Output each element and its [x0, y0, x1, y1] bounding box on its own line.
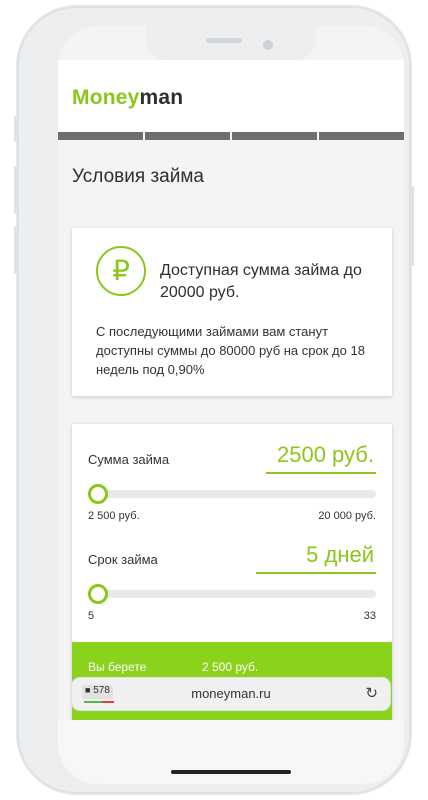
loan-amount-slider-thumb[interactable] — [88, 484, 108, 504]
reload-icon[interactable]: ↻ — [365, 684, 378, 702]
volume-down-button — [14, 226, 17, 274]
progress-segment — [145, 132, 230, 140]
loan-amount-max: 20 000 руб. — [318, 510, 376, 522]
loan-amount-min: 2 500 руб. — [88, 510, 140, 522]
availability-description: С последующими займами вам станут доступ… — [96, 324, 365, 377]
moneyman-logo[interactable]: Moneyman — [72, 86, 183, 110]
loan-term-min: 5 — [88, 610, 95, 622]
availability-title: Доступная сумма займа до 20000 руб. — [160, 262, 362, 301]
step-progress — [58, 132, 404, 140]
ruble-icon: ₽ — [96, 246, 146, 296]
loan-term-slider-track[interactable] — [88, 590, 376, 598]
loan-term-label: Срок займа — [88, 552, 158, 567]
tabs-count-badge[interactable]: ■ 578 — [82, 685, 114, 703]
availability-card: ₽ Доступная сумма займа до 20000 руб. С … — [72, 228, 392, 396]
phone-screen: Moneyman Условия займа ₽ Доступная сумма… — [58, 26, 404, 784]
loan-term-max: 33 — [363, 610, 376, 622]
progress-segment — [232, 132, 317, 140]
page-title: Условия займа — [72, 166, 204, 187]
url-text[interactable]: moneyman.ru — [72, 686, 390, 701]
camera-icon — [263, 40, 273, 50]
progress-segment — [319, 132, 404, 140]
notch — [146, 26, 316, 60]
browser-bottom-area — [58, 720, 404, 784]
summary-label: Вы берете — [88, 660, 147, 674]
loan-amount-value[interactable]: 2500 руб. — [266, 442, 376, 474]
tabs-count: 578 — [93, 685, 110, 696]
side-button-left — [14, 116, 17, 142]
phone-frame: Moneyman Условия займа ₽ Доступная сумма… — [14, 6, 414, 794]
loan-amount-slider-track[interactable] — [88, 490, 376, 498]
loan-term-slider-thumb[interactable] — [88, 584, 108, 604]
chat-bubble-icon: ■ — [85, 685, 91, 695]
progress-segment — [58, 132, 143, 140]
power-button — [411, 186, 414, 266]
logo-part-man: man — [139, 86, 184, 109]
badge-indicator — [84, 701, 114, 703]
logo-part-money: Money — [72, 86, 140, 109]
loan-amount-label: Сумма займа — [88, 452, 170, 467]
home-indicator[interactable] — [171, 770, 291, 774]
loan-term-value[interactable]: 5 дней — [256, 542, 376, 574]
browser-address-bar[interactable]: moneyman.ru ■ 578 ↻ — [72, 678, 390, 710]
app-header: Moneyman — [58, 60, 404, 132]
volume-up-button — [14, 166, 17, 214]
summary-value: 2 500 руб. — [202, 660, 259, 674]
